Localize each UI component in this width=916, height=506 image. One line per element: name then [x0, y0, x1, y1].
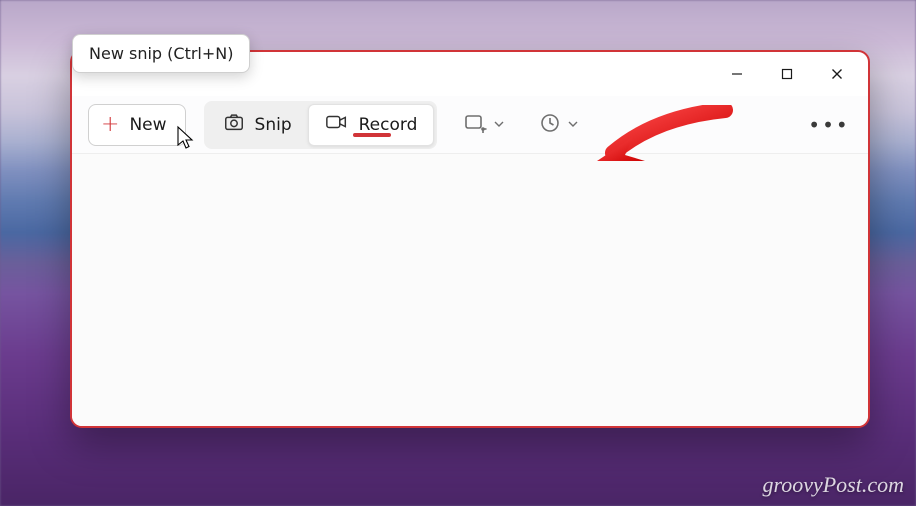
- more-options-button[interactable]: •••: [806, 105, 852, 145]
- close-button[interactable]: [814, 57, 860, 91]
- more-icon: •••: [808, 113, 849, 137]
- new-button[interactable]: + New: [88, 104, 186, 146]
- video-icon: [325, 111, 349, 138]
- chevron-down-icon: [493, 115, 505, 134]
- chevron-down-icon: [567, 115, 579, 134]
- plus-icon: +: [101, 114, 119, 136]
- rectangle-snip-icon: [463, 112, 487, 138]
- close-icon: [830, 67, 844, 81]
- watermark: groovyPost.com: [762, 472, 904, 498]
- maximize-button[interactable]: [764, 57, 810, 91]
- record-mode-button[interactable]: Record: [308, 104, 435, 146]
- snip-label: Snip: [255, 115, 292, 135]
- snip-shape-dropdown[interactable]: [455, 105, 513, 145]
- mode-segment: Snip Record: [204, 101, 438, 149]
- snip-mode-button[interactable]: Snip: [207, 104, 308, 146]
- window-controls: [714, 57, 860, 91]
- maximize-icon: [780, 67, 794, 81]
- minimize-button[interactable]: [714, 57, 760, 91]
- record-label: Record: [359, 115, 418, 135]
- new-button-tooltip: New snip (Ctrl+N): [72, 34, 250, 73]
- toolbar: + New Snip Record: [72, 96, 868, 154]
- camera-icon: [223, 111, 245, 138]
- canvas-area: [72, 154, 868, 426]
- minimize-icon: [730, 67, 744, 81]
- record-active-underline: [353, 133, 391, 137]
- clock-icon: [539, 112, 561, 138]
- new-button-label: New: [129, 115, 166, 135]
- delay-dropdown[interactable]: [531, 105, 587, 145]
- snipping-tool-window: New snip (Ctrl+N) + New Snip: [70, 50, 870, 428]
